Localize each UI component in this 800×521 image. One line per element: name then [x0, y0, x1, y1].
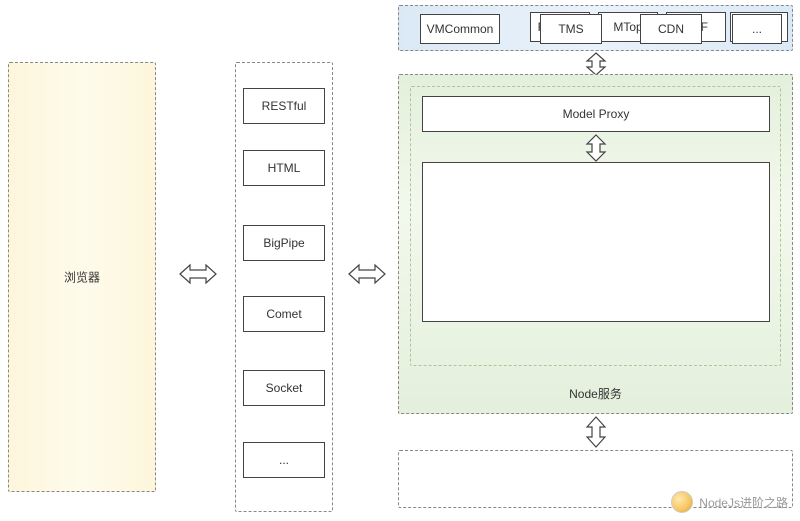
- asset-item: ...: [732, 14, 782, 44]
- asset-item: TMS: [540, 14, 602, 44]
- asset-item-label: TMS: [558, 22, 583, 36]
- tech-box: Socket: [243, 370, 325, 406]
- asset-item-label: VMCommon: [427, 22, 494, 36]
- tech-label: Socket: [266, 381, 303, 395]
- tech-box: ...: [243, 442, 325, 478]
- render-box: [422, 162, 770, 322]
- double-arrow-icon: [347, 262, 387, 286]
- asset-item-label: CDN: [658, 22, 684, 36]
- server-item-label: MTop: [613, 20, 642, 34]
- tech-label: RESTful: [262, 99, 307, 113]
- tech-label: Comet: [266, 307, 301, 321]
- browser-panel: 浏览器: [8, 62, 156, 492]
- tech-label: BigPipe: [263, 236, 304, 250]
- node-label: Node服务: [398, 385, 793, 402]
- avatar-icon: [671, 491, 693, 513]
- double-arrow-icon: [584, 52, 608, 76]
- tech-box: Comet: [243, 296, 325, 332]
- asset-item: VMCommon: [420, 14, 500, 44]
- double-arrow-icon: [584, 134, 608, 162]
- browser-label: 浏览器: [9, 269, 155, 286]
- tech-label: ...: [279, 453, 289, 467]
- double-arrow-icon: [584, 416, 608, 448]
- double-arrow-icon: [178, 262, 218, 286]
- tech-box: BigPipe: [243, 225, 325, 261]
- watermark-text: NodeJs进阶之路: [699, 494, 788, 511]
- tech-label: HTML: [268, 161, 301, 175]
- asset-item-label: ...: [752, 22, 762, 36]
- model-proxy-box: Model Proxy: [422, 96, 770, 132]
- model-proxy-label: Model Proxy: [563, 107, 630, 121]
- tech-box: RESTful: [243, 88, 325, 124]
- asset-item: CDN: [640, 14, 702, 44]
- tech-box: HTML: [243, 150, 325, 186]
- watermark: NodeJs进阶之路: [671, 491, 788, 513]
